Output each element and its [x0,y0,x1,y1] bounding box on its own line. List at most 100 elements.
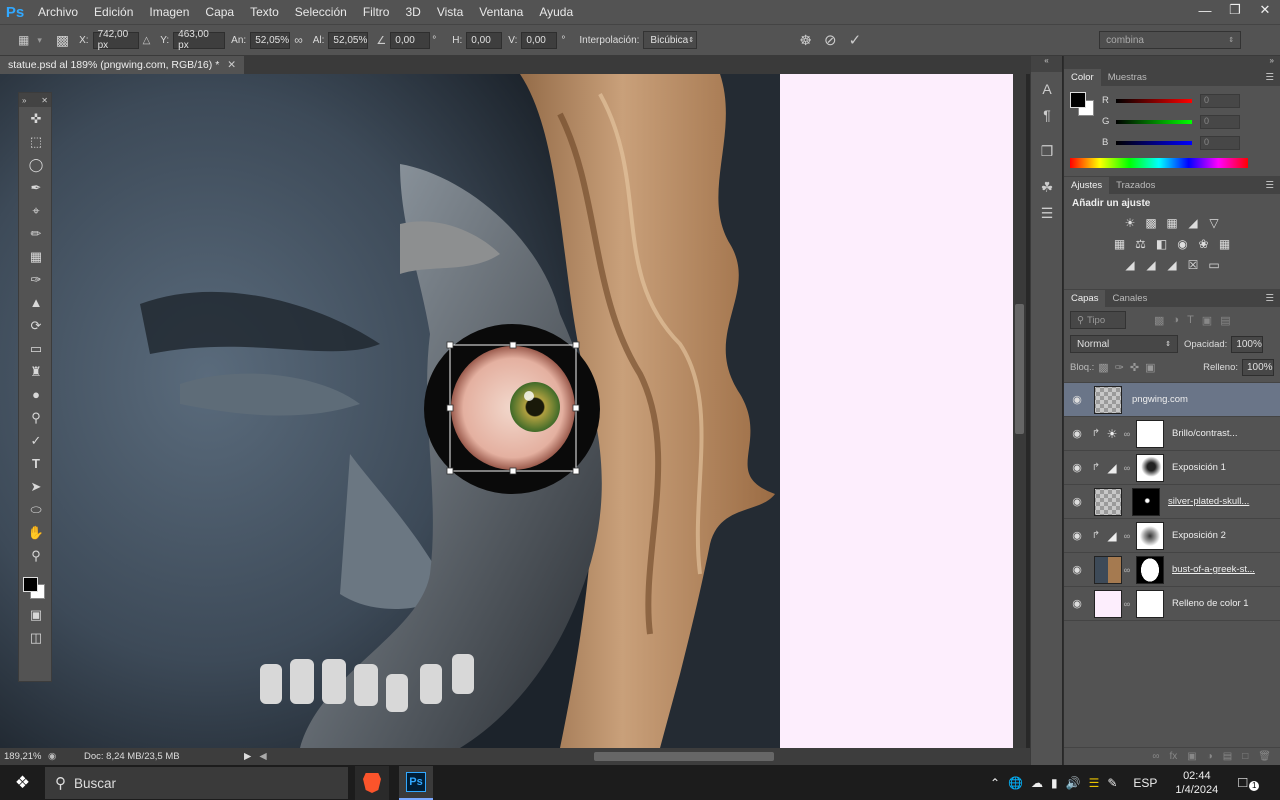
panels-collapse-icon[interactable]: » [1064,56,1280,68]
visibility-eye-icon[interactable]: ◉ [1064,563,1090,576]
lock-transparency-icon[interactable]: ▩ [1098,361,1108,374]
vertical-scroll-thumb[interactable] [1015,304,1024,434]
threshold-icon[interactable]: ◢ [1165,257,1180,272]
levels-icon[interactable]: ▩ [1144,215,1159,230]
green-slider[interactable] [1116,119,1192,124]
channel-mixer-icon[interactable]: ❀ [1196,236,1211,251]
menu-vista[interactable]: Vista [429,5,471,19]
visibility-eye-icon[interactable]: ◉ [1064,529,1090,542]
lock-all-icon[interactable]: ▣ [1145,361,1155,374]
new-layer-icon[interactable]: □ [1242,751,1248,762]
filter-smart-object-icon[interactable]: ▤ [1220,314,1230,327]
transform-tool-icon[interactable]: ▦ [18,33,29,47]
tab-muestras[interactable]: Muestras [1101,69,1154,86]
fg-color-chip[interactable] [1070,92,1086,108]
layer-mask-thumbnail[interactable] [1136,419,1164,448]
link-aspect-icon[interactable]: ∞ [294,33,303,47]
color-balance-icon[interactable]: ⚖ [1133,236,1148,251]
character-panel-icon[interactable]: A [1031,76,1063,102]
layer-row[interactable]: ◉ silver-plated-skull... [1064,485,1280,519]
interpolation-select[interactable]: Bicúbica ⇕ [643,31,698,49]
layer-mask-thumbnail[interactable] [1136,555,1164,584]
green-value[interactable]: 0 [1200,114,1240,129]
visibility-eye-icon[interactable]: ◉ [1064,461,1090,474]
eyedropper-tool-icon[interactable]: ✏ [19,222,53,245]
curves-icon[interactable]: ▦ [1165,215,1180,230]
paint-bucket-tool-icon[interactable]: ♜ [19,360,53,383]
red-slider[interactable] [1116,98,1192,103]
menu-edicion[interactable]: Edición [86,5,141,19]
clone-stamp-tool-icon[interactable]: ▲ [19,291,53,314]
invert-icon[interactable]: ◢ [1123,257,1138,272]
photoshop-taskbar-icon[interactable]: Ps [399,766,433,800]
properties-panel-icon[interactable]: ☰ [1031,200,1063,226]
type-tool-icon[interactable]: T [19,452,53,475]
close-panel-icon[interactable]: ✕ [41,96,48,105]
layer-row[interactable]: ◉ ∞ bust-of-a-greek-st... [1064,553,1280,587]
warp-mode-icon[interactable]: ☸ [799,32,812,49]
reference-point-icon[interactable]: ▩ [56,32,69,49]
layer-name[interactable]: Relleno de color 1 [1172,598,1249,609]
y-field[interactable]: 463,00 px [173,29,226,51]
layer-name[interactable]: Exposición 1 [1172,462,1226,473]
battery-icon[interactable]: ▮ [1051,776,1058,790]
layer-row[interactable]: ◉ pngwing.com [1064,383,1280,417]
menu-texto[interactable]: Texto [242,5,287,19]
tab-color[interactable]: Color [1064,69,1101,86]
new-adjustment-icon[interactable]: ◑ [1207,751,1213,762]
layer-mask-thumbnail[interactable] [1136,589,1164,618]
angle-field[interactable]: 0,00 [390,31,431,49]
network-globe-icon[interactable]: 🌐 [1008,776,1023,790]
status-menu-arrow-icon[interactable]: ▶ [244,751,251,762]
visibility-eye-icon[interactable]: ◉ [1064,393,1090,406]
color-swatches[interactable] [19,567,51,603]
new-group-icon[interactable]: ▤ [1223,751,1232,762]
mask-link-icon[interactable]: ∞ [1122,463,1132,473]
menu-3d[interactable]: 3D [397,5,428,19]
cancel-transform-icon[interactable]: ⊘ [824,31,837,49]
filter-type-icon[interactable]: T [1187,314,1194,326]
healing-brush-tool-icon[interactable]: ▦ [19,245,53,268]
move-tool-icon[interactable]: ✜ [19,107,53,130]
width-field[interactable]: 52,05% [250,31,291,49]
tray-expand-icon[interactable]: ⌃ [990,776,1000,790]
lock-pixels-icon[interactable]: ✑ [1115,361,1124,374]
menu-capa[interactable]: Capa [197,5,242,19]
lasso-tool-icon[interactable]: ◯ [19,153,53,176]
menu-seleccion[interactable]: Selección [287,5,355,19]
selective-color-icon[interactable]: ☒ [1186,257,1201,272]
layer-filter-select[interactable]: ⚲ Tipo [1070,311,1126,329]
restore-button[interactable]: ❐ [1220,0,1250,20]
pen-icon[interactable]: ✎ [1107,776,1117,790]
filter-pixel-icon[interactable]: ▩ [1154,314,1164,327]
layer-row[interactable]: ◉ ∞ Relleno de color 1 [1064,587,1280,621]
filter-adjustment-icon[interactable]: ◑ [1172,314,1179,326]
menu-ventana[interactable]: Ventana [471,5,531,19]
dodge-tool-icon[interactable]: ⚲ [19,406,53,429]
exposure-icon[interactable]: ◢ [1186,215,1201,230]
crop-tool-icon[interactable]: ⌖ [19,199,53,222]
notes-icon[interactable]: ☰ [1089,776,1100,790]
posterize-icon[interactable]: ◢ [1144,257,1159,272]
ellipse-tool-icon[interactable]: ⬭ [19,498,53,521]
clock[interactable]: 02:44 1/4/2024 [1175,769,1218,797]
hue-saturation-icon[interactable]: ▦ [1112,236,1127,251]
tab-trazados[interactable]: Trazados [1109,177,1162,194]
v-skew-field[interactable]: 0,00 [521,31,558,49]
mask-link-icon[interactable]: ∞ [1122,599,1132,609]
quick-selection-tool-icon[interactable]: ✒ [19,176,53,199]
layer-mask-thumbnail[interactable] [1136,453,1164,482]
brightness-contrast-icon[interactable]: ☀ [1123,215,1138,230]
mask-link-icon[interactable]: ∞ [1122,531,1132,541]
layers-menu-icon[interactable]: ☰ [1259,290,1280,307]
height-field[interactable]: 52,05% [328,31,369,49]
zoom-level[interactable]: 189,21% [4,751,48,762]
tab-capas[interactable]: Capas [1064,290,1106,307]
h-skew-field[interactable]: 0,00 [466,31,503,49]
layer-name[interactable]: Brillo/contrast... [1172,428,1237,439]
tab-ajustes[interactable]: Ajustes [1064,177,1110,194]
color-panel-menu-icon[interactable]: ☰ [1259,69,1280,86]
brush-tool-icon[interactable]: ✑ [19,268,53,291]
blur-tool-icon[interactable]: ● [19,383,53,406]
menu-archivo[interactable]: Archivo [30,5,86,19]
